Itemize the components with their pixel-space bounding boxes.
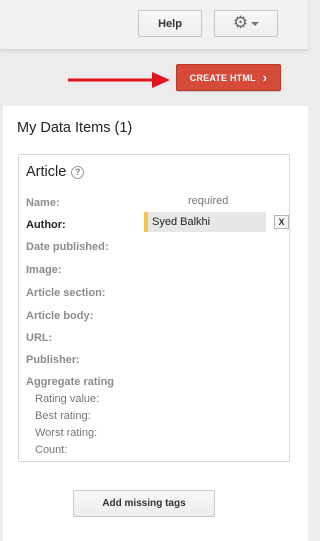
subfield-label-rating-value: Rating value: (35, 393, 100, 405)
field-label-name: Name: (26, 197, 60, 209)
card-title: Article ? (26, 164, 85, 180)
chevron-down-icon (251, 21, 260, 26)
field-label-date-published: Date published: (26, 241, 109, 253)
settings-button[interactable]: ⚙ (214, 10, 278, 37)
article-card: Article ? required Name: Author: Syed Ba… (18, 154, 290, 462)
field-label-publisher: Publisher: (26, 354, 80, 366)
red-arrow-icon (68, 72, 170, 88)
subfield-label-best-rating: Best rating: (35, 410, 91, 422)
panel-title: My Data Items (1) (17, 120, 133, 136)
subfield-label-count: Count: (35, 444, 68, 456)
create-html-label: CREATE HTML (189, 72, 256, 83)
help-circle-icon[interactable]: ? (71, 165, 85, 179)
gear-icon: ⚙ (232, 13, 249, 33)
remove-author-button[interactable]: X (274, 215, 289, 229)
field-label-url: URL: (26, 332, 53, 344)
add-missing-tags-button[interactable]: Add missing tags (73, 490, 215, 517)
field-label-article-section: Article section: (26, 287, 106, 299)
field-label-image: Image: (26, 264, 62, 276)
chevron-right-icon: › (262, 70, 268, 85)
create-html-button[interactable]: CREATE HTML › (176, 64, 281, 91)
card-title-text: Article (26, 164, 67, 180)
subfield-label-worst-rating: Worst rating: (35, 427, 98, 439)
field-label-article-body: Article body: (26, 310, 94, 322)
author-value-field[interactable]: Syed Balkhi (144, 212, 266, 232)
required-note: required (188, 195, 229, 207)
field-label-author: Author: (26, 219, 66, 231)
field-label-aggregate-rating: Aggregate rating (26, 376, 115, 388)
data-items-panel: My Data Items (1) Article ? required Nam… (3, 106, 308, 541)
top-toolbar: Help ⚙ (0, 0, 308, 50)
help-button[interactable]: Help (138, 10, 202, 37)
